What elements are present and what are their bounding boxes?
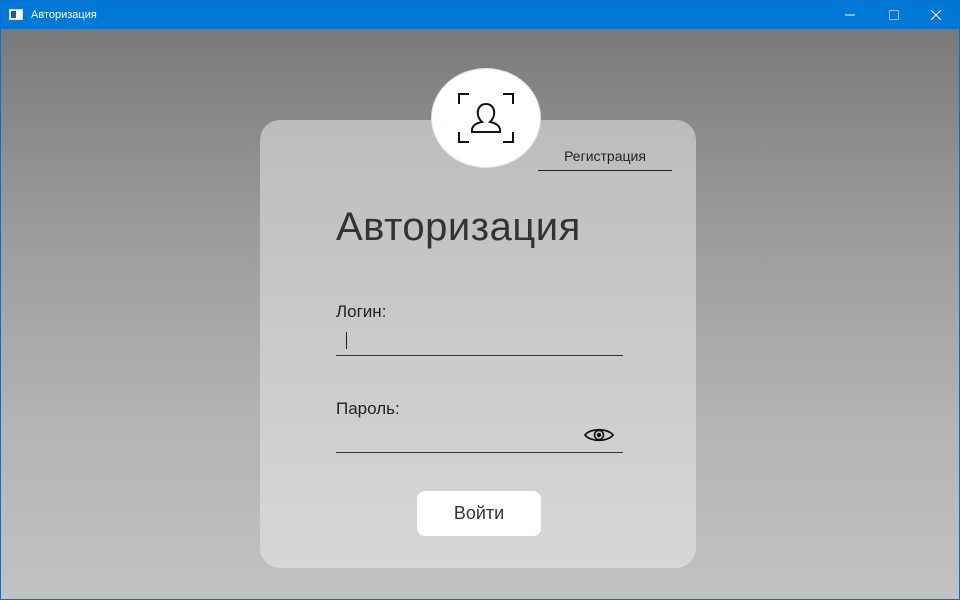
maximize-icon (889, 10, 899, 20)
title-bar[interactable]: Авторизация (1, 1, 959, 29)
page-title: Авторизация (336, 205, 581, 249)
login-field[interactable] (336, 326, 623, 356)
window-title: Авторизация (31, 9, 97, 21)
login-label: Логин: (336, 302, 387, 321)
password-field[interactable] (336, 423, 623, 453)
login-input[interactable] (336, 326, 582, 354)
eye-icon[interactable] (584, 426, 614, 444)
register-link[interactable]: Регистрация (538, 143, 672, 171)
avatar (432, 69, 540, 167)
maximize-button[interactable] (871, 1, 917, 29)
password-input[interactable] (336, 423, 582, 451)
app-window: Авторизация Регистрация Авторизация Логи… (0, 0, 960, 600)
password-label: Пароль: (336, 399, 400, 418)
login-button[interactable]: Войти (417, 491, 541, 536)
close-icon (931, 10, 941, 20)
window-client-area: Регистрация Авторизация Логин: Пароль: В… (1, 29, 959, 599)
close-button[interactable] (913, 1, 959, 29)
user-scan-icon (458, 93, 514, 143)
minimize-icon (845, 14, 855, 16)
app-icon (9, 9, 23, 20)
minimize-button[interactable] (827, 1, 873, 29)
text-caret (346, 332, 347, 349)
